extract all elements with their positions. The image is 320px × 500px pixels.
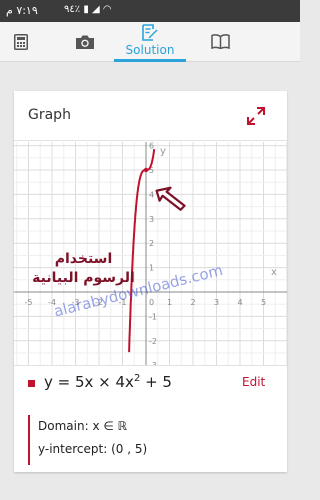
graph-card-header: Graph — [14, 91, 287, 141]
y-tick-label: -2 — [149, 337, 157, 346]
domain-line: Domain: x ∈ ℝ — [38, 419, 127, 433]
equation-suffix: + 5 — [140, 373, 172, 391]
equation-color-marker — [28, 380, 35, 387]
tab-bar: Solution — [0, 22, 300, 62]
expand-icon[interactable] — [246, 106, 266, 126]
y-tick-label: 3 — [149, 215, 154, 224]
tab-calculator[interactable] — [0, 22, 40, 62]
solution-icon — [142, 24, 158, 41]
y-intercept-value: (0 , 5) — [111, 442, 148, 456]
y-tick-label: 2 — [149, 239, 154, 248]
x-axis-label: x — [271, 267, 277, 278]
y-tick-label: 1 — [149, 264, 154, 273]
equation-prefix: y = 5x × 4x — [44, 373, 134, 391]
equation-row: y = 5x × 4x2 + 5 Edit — [14, 365, 287, 413]
origin-tick-label: 0 — [149, 298, 154, 307]
x-tick-label: 3 — [214, 298, 219, 307]
equation-text: y = 5x × 4x2 + 5 — [44, 373, 172, 391]
arabic-caption: استخدام الرسوم البيانية — [27, 250, 140, 288]
signal-icon: ◢ — [92, 4, 100, 15]
wifi-icon: ◠ — [102, 4, 112, 15]
calculator-icon — [14, 34, 28, 50]
tab-camera[interactable] — [66, 22, 106, 62]
equation-details: Domain: x ∈ ℝ y-intercept: (0 , 5) — [28, 415, 278, 465]
x-tick-label: 5 — [261, 298, 266, 307]
status-time: ٧:١٩ م — [6, 4, 38, 17]
y-intercept-point — [143, 167, 149, 173]
domain-label: Domain: — [38, 419, 89, 433]
y-axis-label: y — [160, 146, 166, 157]
y-intercept-line: y-intercept: (0 , 5) — [38, 442, 147, 456]
arabic-caption-line1: استخدام — [54, 251, 113, 267]
tab-solution[interactable]: Solution — [114, 22, 186, 62]
book-icon — [211, 34, 230, 49]
status-bar: ٧:١٩ م ٩٤٪ ▮ ◢ ◠ — [0, 0, 300, 22]
x-tick-label: -5 — [25, 298, 33, 307]
domain-value: x ∈ ℝ — [92, 419, 128, 433]
active-tab-indicator — [114, 59, 186, 62]
y-tick-label: 4 — [149, 190, 154, 199]
x-tick-label: 2 — [190, 298, 195, 307]
tab-solution-label: Solution — [125, 43, 175, 57]
graph-card: Graph -5-4-3-2-112345654321-1-2-30xy است… — [14, 91, 287, 472]
y-intercept-label: y-intercept: — [38, 442, 108, 456]
x-tick-label: 1 — [167, 298, 172, 307]
camera-icon — [76, 35, 94, 49]
graph-card-title: Graph — [28, 107, 71, 123]
edit-button[interactable]: Edit — [242, 375, 265, 389]
status-icons: ٩٤٪ ▮ ◢ ◠ — [64, 4, 112, 15]
battery-percent: ٩٤٪ — [64, 4, 81, 15]
tab-book[interactable] — [200, 22, 240, 62]
y-tick-label: -1 — [149, 312, 157, 321]
battery-icon: ▮ — [83, 4, 89, 15]
x-tick-label: 4 — [237, 298, 242, 307]
